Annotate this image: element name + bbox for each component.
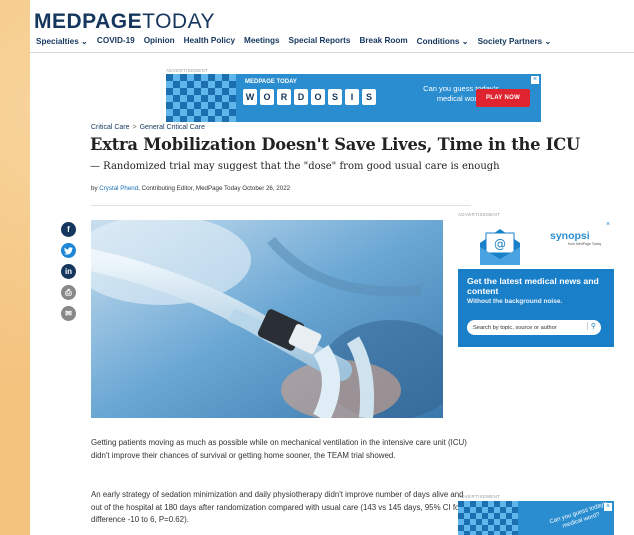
wordosis-letters: WORDOSIS (243, 89, 376, 105)
linkedin-share-icon[interactable]: in (61, 264, 76, 279)
search-icon[interactable]: ⚲ (586, 322, 596, 330)
facebook-share-icon[interactable]: f (61, 222, 76, 237)
nav-item-label: Specialties (36, 37, 79, 46)
main-nav: Specialties ⌄ COVID-19 Opinion Health Polic… (36, 36, 551, 46)
byline-details: , Contributing Editor, MedPage Today Oct… (138, 185, 291, 192)
ad-tile-graphic (166, 74, 236, 122)
svg-text:@: @ (494, 237, 506, 251)
synopsi-ad[interactable]: @ synopsi from MedPage Today Get the lat… (458, 219, 614, 347)
nav-item-special-reports[interactable]: Special Reports (289, 36, 351, 46)
side-ad-close-icon[interactable]: × (604, 221, 612, 229)
synopsi-ad-top: @ synopsi from MedPage Today (458, 219, 614, 269)
nav-item-label: Society Partners (477, 37, 543, 46)
envelope-icon: @ (480, 229, 520, 265)
ad-brand: MEDPAGE TODAY (245, 79, 297, 85)
nav-item-break-room[interactable]: Break Room (359, 36, 407, 46)
nav-item-opinion[interactable]: Opinion (144, 36, 175, 46)
wordosis-letter-tile: R (277, 89, 291, 105)
wordosis-letter-tile: I (345, 89, 359, 105)
page: MEDPAGETODAY Specialties ⌄ COVID-19 Opinio… (30, 0, 634, 535)
breadcrumb-general-critical-care[interactable]: General Critical Care (140, 124, 205, 131)
article-hero-image (91, 220, 443, 418)
side-ad-tile-graphic (458, 501, 518, 535)
nav-item-label: Break Room (359, 36, 408, 45)
logo-bold: MEDPAGE (34, 10, 143, 33)
wordosis-letter-tile: O (311, 89, 325, 105)
nav-item-label: Health Policy (183, 36, 236, 45)
nav-item-label: Meetings (244, 36, 280, 45)
nav-item-health-policy[interactable]: Health Policy (184, 36, 235, 46)
twitter-share-icon[interactable] (61, 243, 76, 258)
play-now-button[interactable]: PLAY NOW (476, 89, 530, 107)
chevron-down-icon: ⌄ (459, 37, 469, 46)
ad-label: ADVERTISEMENT (166, 68, 209, 73)
nav-item-covid-19[interactable]: COVID-19 (97, 36, 135, 46)
nav-item-label: COVID-19 (96, 36, 135, 45)
breadcrumb-critical-care[interactable]: Critical Care (91, 124, 130, 131)
synopsi-brand-sub: from MedPage Today (568, 242, 602, 246)
byline: by Crystal Phend, Contributing Editor, M… (91, 185, 290, 192)
chevron-down-icon: ⌄ (78, 37, 88, 46)
byline-prefix: by (91, 185, 98, 192)
site-logo[interactable]: MEDPAGETODAY (34, 10, 215, 34)
wordosis-letter-tile: W (243, 89, 257, 105)
article-title: Extra Mobilization Doesn't Save Lives, T… (90, 135, 580, 154)
twitter-bird-icon (64, 246, 73, 255)
wordosis-side-ad[interactable]: Can you guess today's medical word? × (458, 501, 614, 535)
logo-light: TODAY (142, 10, 216, 33)
side-ad2-label: ADVERTISEMENT (458, 494, 501, 499)
email-icon[interactable]: ✉ (61, 306, 76, 321)
ventilator-photo (91, 220, 443, 418)
article-paragraph-1: Getting patients moving as much as possi… (91, 438, 467, 460)
nav-item-label: Special Reports (288, 36, 351, 45)
synopsi-search-input[interactable]: Search by topic, source or author ⚲ (467, 320, 601, 335)
synopsi-tagline: Without the background noise. (467, 298, 563, 305)
article-subtitle: — Randomized trial may suggest that the … (90, 161, 500, 172)
synopsi-headline: Get the latest medical news and content (467, 276, 599, 296)
ad-close-icon[interactable]: × (531, 76, 539, 84)
nav-item-conditions[interactable]: Conditions ⌄ (417, 36, 469, 46)
wordosis-ad-banner[interactable]: MEDPAGE TODAY WORDOSIS Can you guess tod… (166, 74, 541, 122)
nav-item-label: Conditions (416, 37, 460, 46)
side-ad-label: ADVERTISEMENT (458, 212, 501, 217)
nav-item-meetings[interactable]: Meetings (244, 36, 280, 46)
breadcrumb-separator: > (132, 124, 137, 131)
nav-item-specialties[interactable]: Specialties ⌄ (36, 36, 88, 46)
article-paragraph-2: An early strategy of sedation minimizati… (91, 490, 464, 525)
nav-item-label: Opinion (143, 36, 175, 45)
wordosis-letter-tile: D (294, 89, 308, 105)
synopsi-brand: synopsi (550, 230, 590, 242)
wordosis-letter-tile: S (328, 89, 342, 105)
wordosis-letter-tile: S (362, 89, 376, 105)
author-link[interactable]: Crystal Phend (99, 185, 138, 192)
print-icon[interactable]: ⎙ (61, 285, 76, 300)
header-divider (30, 52, 634, 53)
chevron-down-icon: ⌄ (542, 37, 552, 46)
byline-divider (91, 205, 471, 206)
side-ad2-close-icon[interactable]: × (604, 503, 612, 511)
breadcrumb: Critical Care > General Critical Care (91, 124, 205, 131)
search-placeholder: Search by topic, source or author (473, 324, 557, 331)
wordosis-letter-tile: O (260, 89, 274, 105)
nav-item-society-partners[interactable]: Society Partners ⌄ (478, 36, 552, 46)
